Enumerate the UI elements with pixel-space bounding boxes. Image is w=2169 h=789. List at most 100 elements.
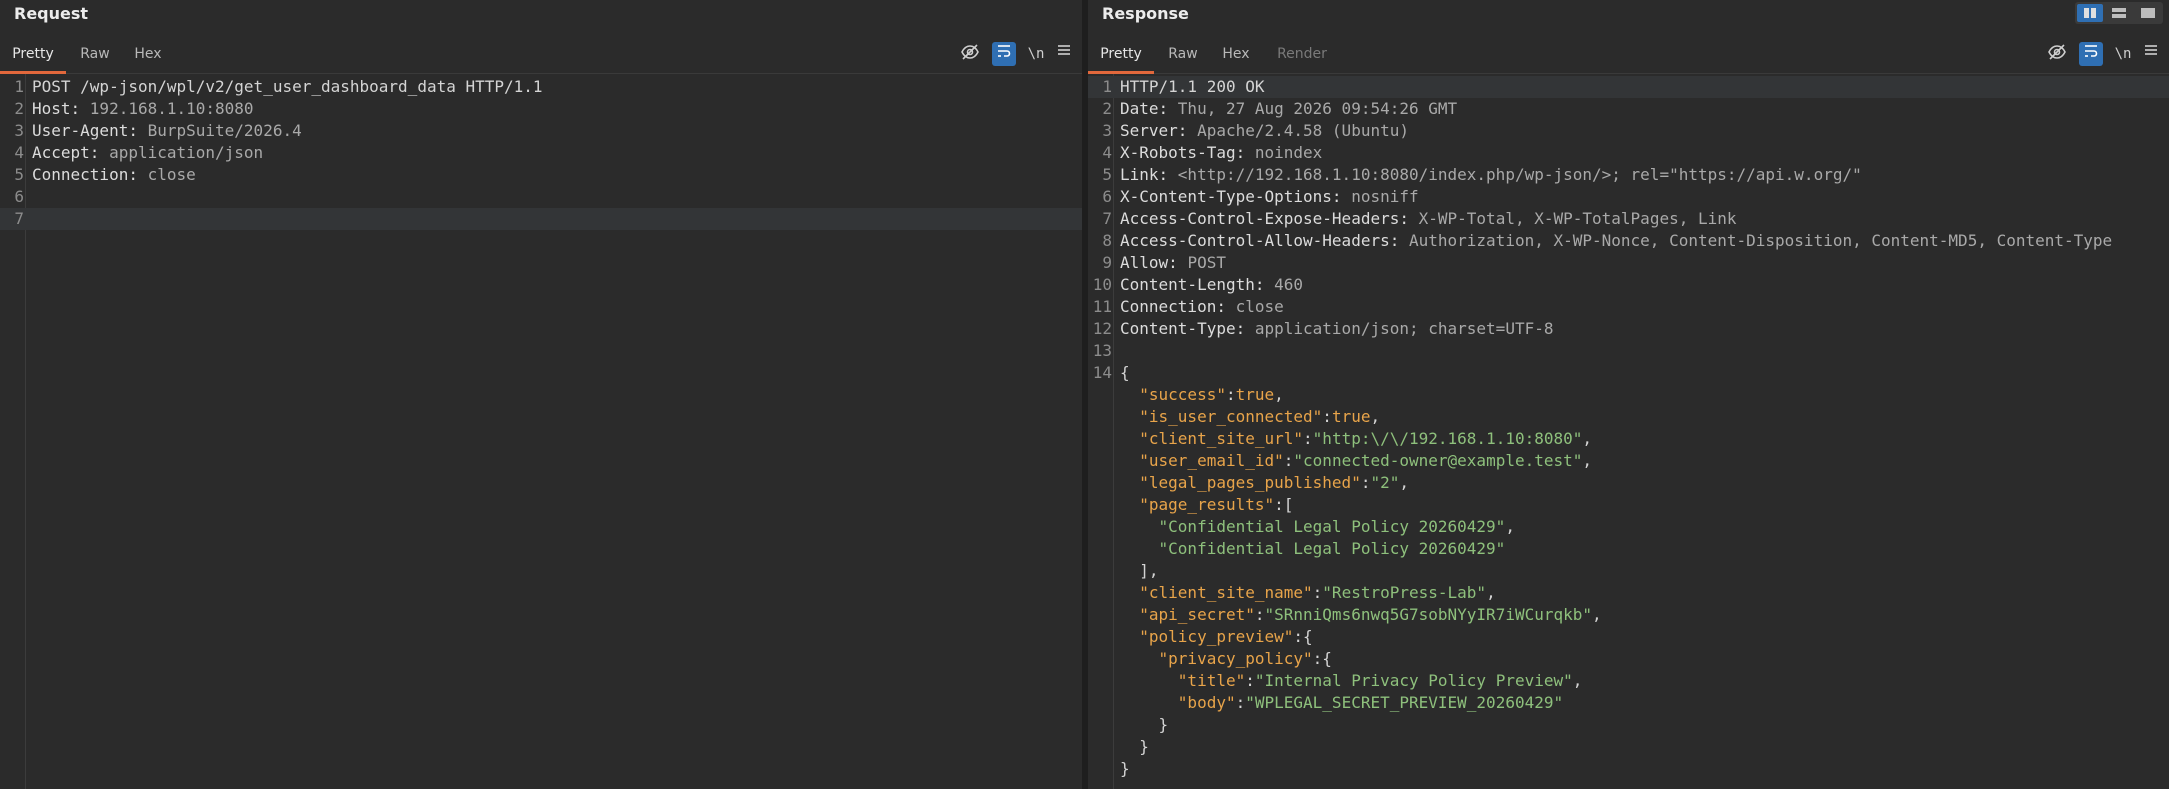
line-content: "legal_pages_published":"2", — [1120, 472, 1409, 494]
request-tab-pretty[interactable]: Pretty — [0, 38, 66, 74]
line-content: X-Content-Type-Options: nosniff — [1120, 186, 1419, 208]
code-line[interactable]: } — [1088, 714, 2169, 736]
code-line[interactable]: 9 Allow: POST — [1088, 252, 2169, 274]
token-punct: , — [1592, 605, 1602, 624]
response-title: Response — [1102, 4, 1189, 23]
code-line[interactable]: 2 Date: Thu, 27 Aug 2026 09:54:26 GMT — [1088, 98, 2169, 120]
line-number: 11 — [1092, 297, 1112, 316]
line-content: Host: 192.168.1.10:8080 — [32, 98, 254, 120]
request-tab-hex[interactable]: Hex — [128, 38, 168, 74]
token-punct — [1120, 385, 1139, 404]
tabbed-layout-icon[interactable] — [2135, 4, 2161, 22]
token-hname: Content-Length: — [1120, 275, 1275, 294]
code-line[interactable]: } — [1088, 736, 2169, 758]
code-line[interactable]: 4 X-Robots-Tag: noindex — [1088, 142, 2169, 164]
code-line[interactable]: "client_site_name":"RestroPress-Lab", — [1088, 582, 2169, 604]
code-line[interactable]: "policy_preview":{ — [1088, 626, 2169, 648]
code-line[interactable]: "legal_pages_published":"2", — [1088, 472, 2169, 494]
response-tab-pretty[interactable]: Pretty — [1088, 38, 1154, 74]
line-content: Content-Length: 460 — [1120, 274, 1303, 296]
newline-toggle[interactable]: \n — [1024, 42, 1048, 66]
code-line[interactable]: "client_site_url":"http:\/\/192.168.1.10… — [1088, 428, 2169, 450]
code-line[interactable]: "Confidential Legal Policy 20260429", — [1088, 516, 2169, 538]
code-line[interactable]: "user_email_id":"connected-owner@example… — [1088, 450, 2169, 472]
word-wrap-icon[interactable] — [2079, 42, 2103, 66]
code-line[interactable]: "page_results":[ — [1088, 494, 2169, 516]
line-number: 14 — [1092, 363, 1112, 382]
line-content: "privacy_policy":{ — [1120, 648, 1332, 670]
code-line[interactable]: 6 X-Content-Type-Options: nosniff — [1088, 186, 2169, 208]
response-tab-raw[interactable]: Raw — [1162, 38, 1204, 74]
code-line[interactable]: 13 — [1088, 340, 2169, 362]
line-number: 2 — [14, 99, 24, 118]
token-punct: , — [1505, 517, 1515, 536]
token-str: "Confidential Legal Policy 20260429" — [1158, 539, 1506, 558]
request-tab-raw[interactable]: Raw — [74, 38, 116, 74]
hamburger-menu-icon[interactable] — [2139, 42, 2163, 66]
code-line[interactable]: "body":"WPLEGAL_SECRET_PREVIEW_20260429" — [1088, 692, 2169, 714]
code-line[interactable]: 10 Content-Length: 460 — [1088, 274, 2169, 296]
code-line[interactable]: "title":"Internal Privacy Policy Preview… — [1088, 670, 2169, 692]
token-punct — [1120, 627, 1139, 646]
code-line[interactable]: 5 Connection: close — [0, 164, 1082, 186]
token-punct: } — [1120, 737, 1149, 756]
code-line[interactable]: 7 Access-Control-Expose-Headers: X-WP-Tot… — [1088, 208, 2169, 230]
code-line[interactable]: 1 POST /wp-json/wpl/v2/get_user_dashboard… — [0, 76, 1082, 98]
code-line[interactable]: 3 User-Agent: BurpSuite/2026.4 — [0, 120, 1082, 142]
code-line[interactable]: 11 Connection: close — [1088, 296, 2169, 318]
code-line[interactable]: "api_secret":"SRnniQms6nwq5G7sobNYyIR7iW… — [1088, 604, 2169, 626]
token-punct: , — [1486, 583, 1496, 602]
code-line[interactable]: 2 Host: 192.168.1.10:8080 — [0, 98, 1082, 120]
code-line[interactable]: "privacy_policy":{ — [1088, 648, 2169, 670]
line-content: HTTP/1.1 200 OK — [1120, 76, 1265, 98]
line-content: "page_results":[ — [1120, 494, 1293, 516]
line-content: "Confidential Legal Policy 20260429" — [1120, 538, 1506, 560]
request-editor[interactable]: 1 POST /wp-json/wpl/v2/get_user_dashboard… — [0, 74, 1082, 789]
token-punct: , — [1572, 671, 1583, 690]
line-number: 5 — [14, 165, 24, 184]
code-line[interactable]: 14 { — [1088, 362, 2169, 384]
code-line[interactable]: 6 — [0, 186, 1082, 208]
code-line[interactable]: "Confidential Legal Policy 20260429" — [1088, 538, 2169, 560]
code-line[interactable]: 3 Server: Apache/2.4.58 (Ubuntu) — [1088, 120, 2169, 142]
code-line[interactable]: 7 — [0, 208, 1082, 230]
line-number: 6 — [14, 187, 24, 206]
token-punct — [1120, 473, 1139, 492]
code-line[interactable]: "is_user_connected":true, — [1088, 406, 2169, 428]
token-hname: Connection: — [1120, 297, 1236, 316]
response-tab-render[interactable]: Render — [1272, 38, 1332, 74]
code-line[interactable]: 5 Link: <http://192.168.1.10:8080/index.p… — [1088, 164, 2169, 186]
code-line[interactable]: ], — [1088, 560, 2169, 582]
eye-slash-icon[interactable] — [958, 42, 982, 66]
token-hname: User-Agent: — [32, 121, 148, 140]
token-hval: 460 — [1274, 275, 1304, 294]
line-number: 7 — [1102, 209, 1112, 228]
token-key: "title" — [1177, 671, 1246, 690]
line-content: User-Agent: BurpSuite/2026.4 — [32, 120, 302, 142]
word-wrap-icon[interactable] — [992, 42, 1016, 66]
line-content: } — [1120, 736, 1149, 758]
code-line[interactable]: 4 Accept: application/json — [0, 142, 1082, 164]
token-hname: X-Robots-Tag: — [1120, 143, 1255, 162]
response-tab-hex[interactable]: Hex — [1216, 38, 1256, 74]
line-content: } — [1120, 714, 1169, 736]
token-punct: , — [1582, 451, 1593, 470]
hamburger-menu-icon[interactable] — [1052, 42, 1076, 66]
code-line[interactable]: 8 Access-Control-Allow-Headers: Authoriza… — [1088, 230, 2169, 252]
code-line[interactable]: "success":true, — [1088, 384, 2169, 406]
token-punct: , — [1582, 429, 1593, 448]
code-line[interactable]: } — [1088, 758, 2169, 780]
eye-slash-icon[interactable] — [2045, 42, 2069, 66]
token-key: "user_email_id" — [1139, 451, 1284, 470]
split-horizontal-layout-icon[interactable] — [2077, 4, 2103, 22]
response-editor[interactable]: 1 HTTP/1.1 200 OK 2 Date: Thu, 27 Aug 2026 … — [1088, 74, 2169, 789]
token-punct: : — [1312, 583, 1323, 602]
token-hname: Host: — [32, 99, 90, 118]
code-line[interactable]: 1 HTTP/1.1 200 OK — [1088, 76, 2169, 98]
code-line[interactable]: 12 Content-Type: application/json; charse… — [1088, 318, 2169, 340]
split-vertical-layout-icon[interactable] — [2106, 4, 2132, 22]
newline-toggle[interactable]: \n — [2111, 42, 2135, 66]
token-key: "is_user_connected" — [1139, 407, 1323, 426]
token-punct: : — [1225, 385, 1236, 404]
token-hval: 192.168.1.10:8080 — [89, 99, 254, 118]
